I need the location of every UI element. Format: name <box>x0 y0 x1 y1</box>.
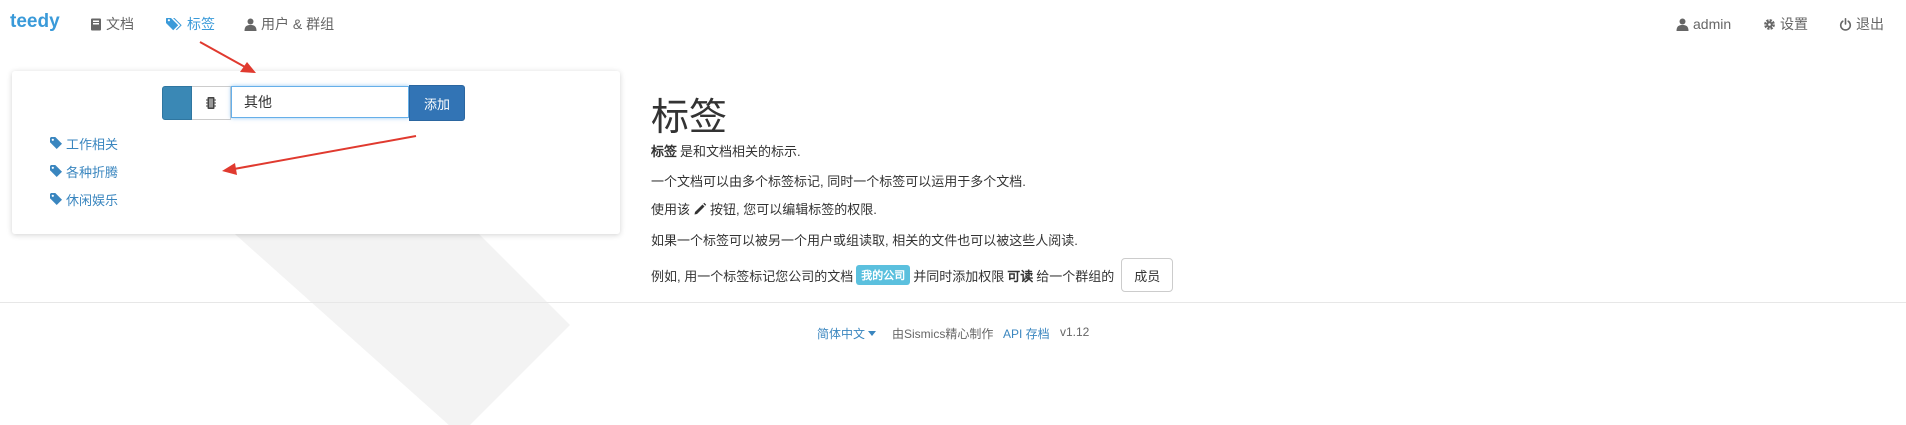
power-icon <box>1839 17 1852 31</box>
footer-divider <box>0 302 1906 303</box>
add-tag-form: 添加 <box>162 85 465 121</box>
tag-icon <box>50 165 62 177</box>
nav-documents-label: 文档 <box>106 16 134 32</box>
help-line-3: 使用该 按钮, 您可以编辑标签的权限. <box>651 199 877 218</box>
member-button[interactable]: 成员 <box>1121 258 1174 292</box>
nav-users-groups-label: 用户 & 群组 <box>261 16 335 32</box>
nav-logout[interactable]: 退出 <box>1839 14 1884 34</box>
help-text: 并同时添加权限 <box>913 268 1005 284</box>
help-term: 可读 <box>1007 268 1034 284</box>
user-icon <box>244 18 257 31</box>
pencil-icon <box>694 202 707 214</box>
help-line-2: 一个文档可以由多个标签标记, 同时一个标签可以运用于多个文档. <box>651 174 1026 189</box>
nav-tags-label: 标签 <box>187 16 215 32</box>
book-icon <box>91 18 101 30</box>
user-icon <box>1676 18 1689 31</box>
help-text: 按钮, 您可以编辑标签的权限. <box>710 202 877 217</box>
version-label: v1.12 <box>1060 325 1090 339</box>
tag-item[interactable]: 工作相关 <box>50 129 118 157</box>
tag-icon <box>50 137 62 149</box>
help-text: 使用该 <box>651 202 691 217</box>
tag-name-input[interactable] <box>231 86 409 118</box>
tag-panel: 添加 工作相关 各种折腾 休闲娱乐 <box>12 71 620 234</box>
made-by-text: 由Sismics精心制作 <box>892 327 994 341</box>
tag-item-label: 工作相关 <box>66 136 119 152</box>
brand-logo[interactable]: teedy <box>10 11 60 33</box>
add-tag-button[interactable]: 添加 <box>409 85 465 121</box>
api-docs-link[interactable]: API 存档 <box>1003 325 1050 342</box>
tag-item-label: 休闲娱乐 <box>66 192 119 208</box>
tag-item[interactable]: 休闲娱乐 <box>50 185 118 213</box>
help-line-5: 例如, 用一个标签标记您公司的文档 我的公司 并同时添加权限 可读 给一个群组的… <box>651 258 1174 292</box>
gear-icon <box>1764 18 1775 30</box>
nav-settings-label: 设置 <box>1780 16 1808 32</box>
page-title: 标签 <box>651 97 728 139</box>
nav-users-groups[interactable]: 用户 & 群组 <box>244 14 334 34</box>
tag-item-label: 各种折腾 <box>66 164 119 180</box>
tag-color-picker[interactable] <box>162 86 192 120</box>
nav-admin[interactable]: admin <box>1676 14 1731 34</box>
top-navbar: teedy 文档 标签 用户 & 群组 admin 设置 退出 <box>0 0 1906 46</box>
tag-item[interactable]: 各种折腾 <box>50 157 118 185</box>
nav-settings[interactable]: 设置 <box>1763 14 1808 34</box>
nav-admin-label: admin <box>1693 16 1732 32</box>
chip-icon <box>206 97 216 109</box>
tags-icon <box>166 18 182 31</box>
help-text: 是和文档相关的标示. <box>680 144 801 159</box>
nav-documents[interactable]: 文档 <box>90 14 134 34</box>
caret-down-icon <box>868 331 877 336</box>
nav-logout-label: 退出 <box>1856 16 1884 32</box>
tag-icon <box>50 193 62 205</box>
nav-tags[interactable]: 标签 <box>166 14 215 34</box>
help-line-1: 标签 是和文档相关的标示. <box>651 141 801 160</box>
help-text: 给一个群组的 <box>1036 268 1115 284</box>
help-line-4: 如果一个标签可以被另一个用户或组读取, 相关的文件也可以被这些人阅读. <box>651 233 1078 248</box>
language-label: 简体中文 <box>817 327 866 341</box>
help-term: 标签 <box>651 144 678 159</box>
help-text: 例如, 用一个标签标记您公司的文档 <box>651 268 854 284</box>
tag-badge: 我的公司 <box>856 265 911 285</box>
language-selector[interactable]: 简体中文 <box>817 325 877 342</box>
tag-list: 工作相关 各种折腾 休闲娱乐 <box>50 129 118 213</box>
tag-icon-button[interactable] <box>192 86 231 120</box>
